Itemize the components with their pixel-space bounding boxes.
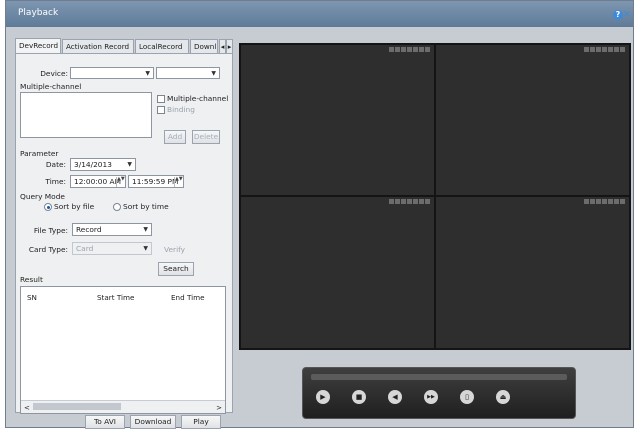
- time-spin-icon[interactable]: ▲▼: [116, 177, 125, 187]
- tab-localrecord[interactable]: LocalRecord: [135, 39, 189, 53]
- tab-devrecord[interactable]: DevRecord: [15, 38, 61, 54]
- video-cell[interactable]: [241, 197, 434, 348]
- column-header-sn[interactable]: SN: [27, 292, 37, 304]
- add-button[interactable]: Add: [164, 130, 186, 144]
- cell-toolbar[interactable]: [584, 47, 625, 53]
- fast-forward-icon[interactable]: ▶▶: [424, 390, 438, 404]
- binding-label: Binding: [167, 105, 195, 114]
- multichannel-section-label: Multiple-channel: [20, 82, 82, 91]
- chevron-down-icon: ▼: [145, 70, 150, 77]
- sort-by-file-label: Sort by file: [54, 202, 95, 211]
- to-avi-button[interactable]: To AVI: [85, 415, 125, 429]
- sort-by-time-radio[interactable]: [113, 203, 121, 211]
- start-time-input[interactable]: 12:00:00 AM ▲▼: [70, 175, 126, 188]
- video-cell[interactable]: [436, 45, 629, 195]
- play-button[interactable]: Play: [181, 415, 221, 429]
- video-cell[interactable]: [436, 197, 629, 348]
- close-icon[interactable]: ✕: [623, 10, 631, 20]
- play-icon[interactable]: ▶: [316, 390, 330, 404]
- card-type-label: Card Type:: [28, 245, 68, 254]
- end-time-input[interactable]: 11:59:59 PM ▲▼: [128, 175, 184, 188]
- parameter-section-label: Parameter: [20, 149, 59, 158]
- channel-select[interactable]: ▼: [156, 67, 220, 79]
- cell-toolbar[interactable]: [389, 199, 430, 205]
- cell-toolbar[interactable]: [389, 47, 430, 53]
- eject-icon[interactable]: ⏏: [496, 390, 510, 404]
- capture-icon[interactable]: ▯: [460, 390, 474, 404]
- scroll-right-icon[interactable]: >: [216, 402, 222, 413]
- result-table[interactable]: SN Start Time End Time < >: [20, 286, 226, 414]
- delete-button[interactable]: Delete: [192, 130, 220, 144]
- progress-slider[interactable]: [311, 374, 567, 380]
- time-spin-icon[interactable]: ▲▼: [174, 177, 183, 187]
- date-label: Date:: [45, 160, 66, 169]
- chevron-down-icon: ▼: [143, 226, 148, 233]
- channel-list[interactable]: [20, 92, 152, 138]
- tab-scroll-right-button[interactable]: ▸: [226, 39, 233, 53]
- multichannel-checkbox[interactable]: [157, 95, 165, 103]
- device-label: Device:: [40, 69, 68, 78]
- tab-scroll-left-button[interactable]: ◂: [219, 39, 226, 53]
- binding-checkbox[interactable]: [157, 106, 165, 114]
- file-type-select[interactable]: Record ▼: [72, 223, 152, 236]
- column-header-start-time[interactable]: Start Time: [97, 292, 134, 304]
- left-panel: DevRecord Activation Record LocalRecord …: [15, 38, 233, 429]
- chevron-down-icon: ▼: [211, 70, 216, 77]
- tab-activation-record[interactable]: Activation Record: [62, 39, 134, 53]
- horizontal-scrollbar[interactable]: < >: [21, 400, 225, 413]
- video-grid: [239, 43, 631, 350]
- column-header-end-time[interactable]: End Time: [171, 292, 205, 304]
- slow-icon[interactable]: ◀: [388, 390, 402, 404]
- query-mode-label: Query Mode: [20, 192, 65, 201]
- download-button[interactable]: Download: [130, 415, 176, 429]
- file-type-label: File Type:: [33, 226, 68, 235]
- date-picker[interactable]: 3/14/2013 ▼: [70, 158, 136, 171]
- time-label: Time:: [45, 177, 66, 186]
- sort-by-file-radio[interactable]: [44, 203, 52, 211]
- stop-icon[interactable]: ■: [352, 390, 366, 404]
- title-bar[interactable]: Playback ? ✕: [6, 1, 633, 27]
- chevron-down-icon: ▼: [143, 245, 148, 252]
- help-icon[interactable]: ?: [613, 10, 623, 20]
- playback-window: Playback ? ✕ DevRecord Activation Record…: [5, 0, 634, 429]
- playback-control-bar: ▶ ■ ◀ ▶▶ ▯ ⏏: [302, 367, 576, 419]
- sort-by-time-label: Sort by time: [123, 202, 169, 211]
- window-title: Playback: [18, 8, 59, 18]
- chevron-down-icon: ▼: [127, 161, 132, 168]
- tab-download[interactable]: Downl: [190, 39, 218, 53]
- scroll-left-icon[interactable]: <: [24, 402, 30, 413]
- cell-toolbar[interactable]: [584, 199, 625, 205]
- devrecord-panel: Device: ▼ ▼ Multiple-channel Multiple-ch…: [15, 53, 233, 414]
- multichannel-checkbox-label: Multiple-channel: [167, 94, 229, 103]
- search-button[interactable]: Search: [158, 262, 194, 276]
- video-cell[interactable]: [241, 45, 434, 195]
- result-section-label: Result: [20, 275, 43, 284]
- verify-label[interactable]: Verify: [164, 245, 185, 254]
- card-type-select[interactable]: Card ▼: [72, 242, 152, 255]
- device-select[interactable]: ▼: [70, 67, 154, 79]
- scroll-thumb[interactable]: [33, 403, 121, 410]
